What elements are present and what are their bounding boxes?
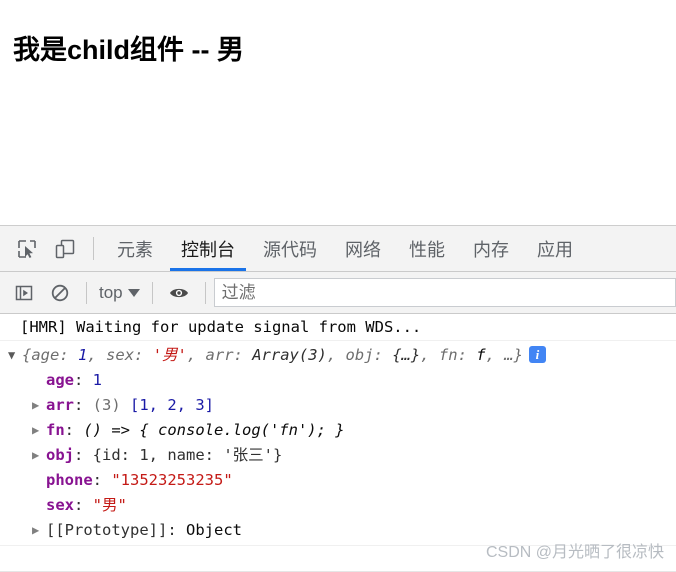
property-separator: : — [74, 496, 93, 514]
summary-value-age: 1 — [78, 346, 88, 364]
property-value: () => { console.log('fn'); } — [83, 421, 345, 439]
execution-context-label: top — [99, 282, 123, 302]
tab-performance[interactable]: 性能 — [395, 226, 459, 271]
property-separator: : — [74, 396, 93, 414]
console-filter-wrapper — [213, 278, 676, 307]
tab-memory[interactable]: 内存 — [459, 226, 523, 271]
chevron-down-icon — [127, 288, 140, 297]
console-toolbar-divider-2 — [151, 281, 153, 304]
console-message-list: [HMR] Waiting for update signal from WDS… — [0, 314, 676, 546]
summary-comma-0: , — [87, 346, 107, 364]
device-toolbar-icon[interactable] — [46, 226, 84, 271]
expand-triangle-icon[interactable]: ▶ — [32, 418, 44, 443]
summary-key-sex: sex — [106, 346, 135, 364]
console-toolbar-divider-1 — [86, 281, 87, 304]
property-name: sex — [46, 496, 74, 514]
console-toolbar-divider-3 — [204, 281, 206, 304]
summary-sep-0: : — [59, 346, 79, 364]
summary-value-sex: '男' — [152, 346, 187, 364]
summary-key-arr: arr — [205, 346, 234, 364]
summary-comma-3: , — [420, 346, 439, 364]
object-summary-line[interactable]: ▼ {age: 1, sex: '男', arr: Array(3), obj: … — [0, 343, 676, 368]
property-value: Object — [186, 521, 242, 539]
devtools-panel: 元素 控制台 源代码 网络 性能 内存 应用 top 过滤 [HMR] Wait… — [0, 225, 676, 572]
expand-triangle-icon[interactable]: ▶ — [32, 443, 44, 468]
tab-console[interactable]: 控制台 — [167, 226, 249, 271]
console-message-text: [HMR] Waiting for update signal from WDS… — [20, 318, 422, 336]
array-length-prefix: (3) — [92, 396, 130, 414]
expand-triangle-icon[interactable]: ▶ — [32, 518, 44, 543]
property-name: fn — [46, 421, 65, 439]
toolbar-divider — [93, 237, 94, 260]
summary-ellipsis: … — [504, 346, 514, 364]
tab-sources[interactable]: 源代码 — [249, 226, 331, 271]
device-toolbar-icon-svg — [55, 239, 75, 258]
property-separator: : — [64, 421, 84, 439]
console-message-hmr[interactable]: [HMR] Waiting for update signal from WDS… — [0, 314, 676, 341]
eye-icon-svg — [169, 288, 188, 297]
summary-value-fn: f — [476, 346, 486, 364]
summary-sep-4: : — [457, 346, 477, 364]
tab-application[interactable]: 应用 — [523, 226, 587, 271]
inspect-element-icon[interactable] — [8, 226, 46, 271]
devtools-tab-list: 元素 控制台 源代码 网络 性能 内存 应用 — [103, 226, 676, 271]
clear-console-icon-svg — [51, 284, 69, 301]
summary-key-age: age — [31, 346, 60, 364]
summary-value-obj: {…} — [392, 346, 421, 364]
object-property-sex[interactable]: ▶sex: "男" — [0, 493, 676, 518]
property-value: 1 — [92, 371, 103, 389]
summary-open-brace: { — [22, 346, 32, 364]
expand-triangle-icon[interactable]: ▶ — [32, 393, 44, 418]
clear-console-icon[interactable] — [42, 278, 78, 308]
summary-key-obj: obj — [345, 346, 374, 364]
summary-sep-3: : — [373, 346, 393, 364]
page-title: 我是child组件 -- 男 — [13, 35, 244, 65]
summary-value-arr: Array(3) — [252, 346, 327, 364]
property-value: [1, 2, 3] — [130, 396, 214, 414]
live-expression-eye-icon[interactable] — [161, 278, 197, 308]
property-separator: : — [74, 446, 93, 464]
tab-network[interactable]: 网络 — [331, 226, 395, 271]
console-object-group: ▼ {age: 1, sex: '男', arr: Array(3), obj: … — [0, 341, 676, 546]
property-value: "13523253235" — [111, 471, 233, 489]
property-name: age — [46, 371, 74, 389]
summary-sep-2: : — [233, 346, 253, 364]
property-value: "男" — [92, 496, 127, 514]
object-property-arr[interactable]: ▶ arr: (3) [1, 2, 3] — [0, 393, 676, 418]
object-property-obj[interactable]: ▶ obj: {id: 1, name: '张三'} — [0, 443, 676, 468]
devtools-tabbar: 元素 控制台 源代码 网络 性能 内存 应用 — [0, 226, 676, 272]
rendered-page-area: 我是child组件 -- 男 — [0, 0, 676, 225]
console-sidebar-icon-svg — [15, 285, 33, 300]
summary-comma-1: , — [186, 346, 206, 364]
property-name: phone — [46, 471, 93, 489]
summary-close-brace: } — [513, 346, 523, 364]
console-toolbar: top — [0, 272, 676, 314]
property-name: obj — [46, 446, 74, 464]
property-name: arr — [46, 396, 74, 414]
property-separator: : — [74, 371, 93, 389]
info-badge-icon[interactable]: i — [528, 346, 546, 363]
tab-elements[interactable]: 元素 — [103, 226, 167, 271]
summary-comma-4: , — [485, 346, 505, 364]
summary-comma-2: , — [326, 346, 346, 364]
property-separator: : — [92, 471, 112, 489]
console-sidebar-icon[interactable] — [6, 278, 42, 308]
property-name: [[Prototype]] — [46, 521, 168, 539]
console-filter-input[interactable] — [213, 278, 676, 307]
collapse-triangle-icon[interactable]: ▼ — [8, 343, 20, 368]
execution-context-dropdown[interactable]: top — [95, 283, 144, 303]
summary-key-fn: fn — [438, 346, 458, 364]
property-value: {id: 1, name: '张三'} — [92, 446, 283, 464]
property-separator: : — [167, 521, 186, 539]
object-property-fn[interactable]: ▶ fn: () => { console.log('fn'); } — [0, 418, 676, 443]
watermark: CSDN @月光晒了很凉快 — [485, 544, 664, 561]
inspect-element-icon-svg — [18, 239, 36, 258]
object-property-phone[interactable]: ▶phone: "13523253235" — [0, 468, 676, 493]
summary-sep-1: : — [134, 346, 153, 364]
object-property-age[interactable]: ▶age: 1 — [0, 368, 676, 393]
